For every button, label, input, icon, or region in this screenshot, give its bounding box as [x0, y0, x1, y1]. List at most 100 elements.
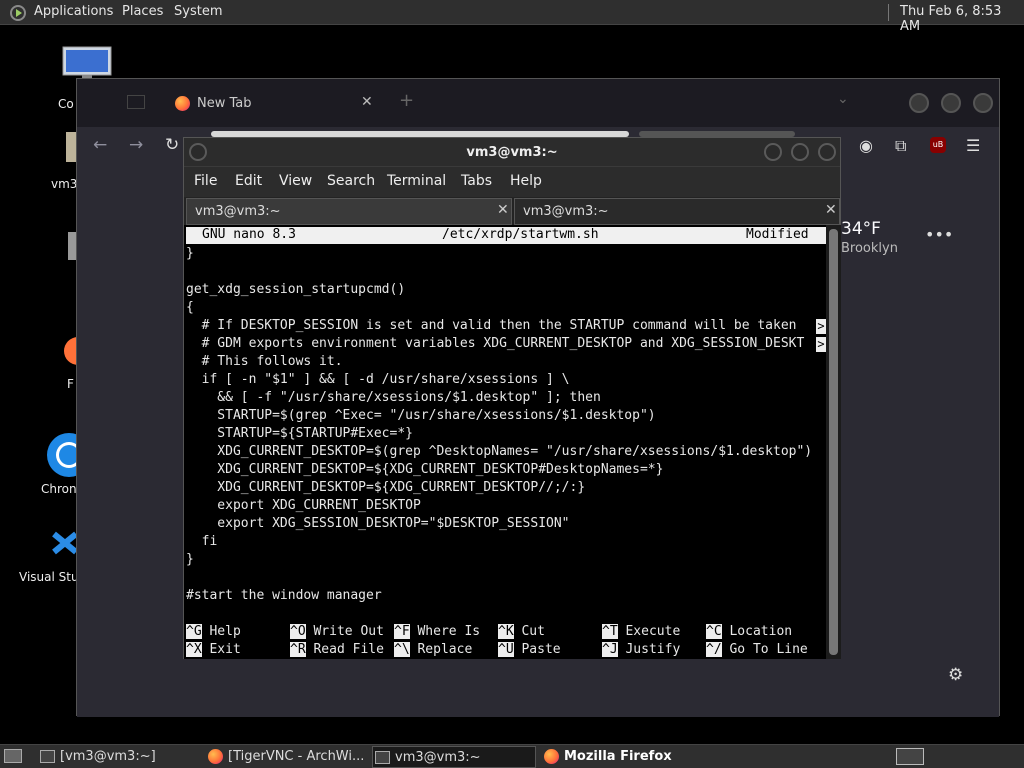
- tab-title: New Tab: [197, 96, 252, 111]
- weather-temperature: 34°F: [841, 219, 881, 239]
- tab-overview-icon[interactable]: [127, 95, 145, 109]
- terminal-icon: [40, 750, 55, 763]
- nano-modified-status: Modified: [746, 227, 809, 242]
- computer-icon: [62, 46, 112, 79]
- desktop-icon-label: Chron: [41, 482, 77, 496]
- code-line: STARTUP=$(grep ^Exec= "/usr/share/xsessi…: [186, 408, 656, 423]
- code-line: XDG_CURRENT_DESKTOP=${XDG_CURRENT_DESKTO…: [186, 480, 586, 495]
- list-tabs-icon[interactable]: ⌄: [837, 91, 849, 107]
- menu-view[interactable]: View: [279, 173, 312, 189]
- extensions-icon[interactable]: ⧉: [895, 136, 906, 156]
- menu-terminal[interactable]: Terminal: [387, 173, 446, 189]
- line-overflow-marker: >: [816, 319, 826, 334]
- line-overflow-marker: >: [816, 337, 826, 352]
- shortcut-go-to-line[interactable]: ^/ Go To Line: [706, 641, 808, 659]
- close-window-button[interactable]: [973, 93, 993, 113]
- taskbar-item-terminal-active[interactable]: vm3@vm3:~: [372, 746, 536, 768]
- terminal-tab-2[interactable]: vm3@vm3:~ ✕: [514, 198, 840, 225]
- terminal-tab-1[interactable]: vm3@vm3:~ ✕: [186, 198, 512, 225]
- nano-editor[interactable]: GNU nano 8.3 /etc/xrdp/startwm.sh Modifi…: [184, 225, 826, 659]
- code-line: XDG_CURRENT_DESKTOP=${XDG_CURRENT_DESKTO…: [186, 462, 664, 477]
- code-line: fi: [186, 534, 218, 549]
- shortcut-cut[interactable]: ^K Cut: [498, 623, 545, 641]
- taskbar-item-label: Mozilla Firefox: [564, 749, 672, 764]
- code-line: && [ -f "/usr/share/xsessions/$1.desktop…: [186, 390, 601, 405]
- shortcut-location[interactable]: ^C Location: [706, 623, 792, 641]
- code-line: }: [186, 246, 194, 261]
- code-line: # GDM exports environment variables XDG_…: [186, 336, 805, 351]
- hamburger-menu-icon[interactable]: ☰: [966, 136, 980, 155]
- shortcut-where-is[interactable]: ^F Where Is: [394, 623, 480, 641]
- forward-icon[interactable]: →: [129, 135, 143, 155]
- taskbar-item-tigervnc[interactable]: [TigerVNC - ArchWi...: [206, 746, 366, 768]
- terminal-titlebar[interactable]: vm3@vm3:~: [184, 138, 840, 167]
- menu-tabs[interactable]: Tabs: [461, 173, 492, 189]
- terminal-icon: [375, 751, 390, 764]
- panel-clock[interactable]: Thu Feb 6, 8:53 AM: [900, 4, 1024, 34]
- account-icon[interactable]: ◉: [859, 136, 873, 155]
- minimize-button[interactable]: [909, 93, 929, 113]
- distro-menu-icon[interactable]: [10, 5, 26, 21]
- terminal-menubar: File Edit View Search Terminal Tabs Help: [184, 167, 840, 197]
- close-tab-icon[interactable]: ✕: [497, 202, 509, 218]
- desktop-icon-label: F: [67, 377, 74, 391]
- shortcut-replace[interactable]: ^\ Replace: [394, 641, 472, 659]
- menu-file[interactable]: File: [194, 173, 217, 189]
- desktop-icon-label: Co: [58, 97, 74, 111]
- terminal-window[interactable]: vm3@vm3:~ File Edit View Search Terminal…: [183, 137, 841, 659]
- firefox-tab-bar: New Tab ✕ + ⌄: [77, 79, 999, 127]
- ublock-extension-icon[interactable]: uB: [930, 137, 946, 153]
- firefox-icon: [208, 749, 223, 764]
- close-tab-icon[interactable]: ✕: [825, 202, 837, 218]
- terminal-tab-bar: vm3@vm3:~ ✕ vm3@vm3:~ ✕: [184, 197, 840, 225]
- close-tab-icon[interactable]: ✕: [361, 94, 373, 110]
- show-desktop-icon[interactable]: [4, 749, 22, 763]
- shortcut-read-file[interactable]: ^R Read File: [290, 641, 384, 659]
- back-icon[interactable]: ←: [93, 135, 107, 155]
- code-line: # This follows it.: [186, 354, 343, 369]
- workspace-switcher[interactable]: [896, 748, 924, 765]
- code-line: # If DESKTOP_SESSION is set and valid th…: [186, 318, 805, 333]
- menu-help[interactable]: Help: [510, 173, 542, 189]
- personalize-gear-icon[interactable]: ⚙: [948, 665, 963, 685]
- firefox-icon: [544, 749, 559, 764]
- nano-title-bar: GNU nano 8.3 /etc/xrdp/startwm.sh Modifi…: [186, 227, 826, 244]
- applications-menu[interactable]: Applications: [34, 4, 113, 19]
- menu-edit[interactable]: Edit: [235, 173, 262, 189]
- maximize-button[interactable]: [941, 93, 961, 113]
- weather-options-icon[interactable]: •••: [925, 225, 953, 244]
- shortcut-execute[interactable]: ^T Execute: [602, 623, 680, 641]
- chromium-icon: [47, 433, 78, 477]
- firefox-icon: [175, 96, 190, 111]
- panel-separator: [888, 4, 889, 21]
- desktop-icon-label: Visual Stu: [19, 570, 79, 584]
- terminal-scrollbar[interactable]: [826, 225, 841, 659]
- taskbar-item-terminal[interactable]: [vm3@vm3:~]: [38, 746, 198, 768]
- system-menu[interactable]: System: [174, 4, 222, 19]
- close-window-button[interactable]: [818, 143, 836, 161]
- weather-location: Brooklyn: [841, 241, 898, 256]
- places-menu[interactable]: Places: [122, 4, 163, 19]
- scrollbar-thumb[interactable]: [829, 229, 838, 655]
- shortcut-write-out[interactable]: ^O Write Out: [290, 623, 384, 641]
- reload-icon[interactable]: ↻: [165, 135, 179, 155]
- shortcut-help[interactable]: ^G Help: [186, 623, 241, 641]
- code-line: if [ -n "$1" ] && [ -d /usr/share/xsessi…: [186, 372, 570, 387]
- bottom-taskbar: [vm3@vm3:~] [TigerVNC - ArchWi... vm3@vm…: [0, 744, 1024, 768]
- shortcut-paste[interactable]: ^U Paste: [498, 641, 561, 659]
- new-tab-icon[interactable]: +: [399, 90, 414, 111]
- minimize-button[interactable]: [764, 143, 782, 161]
- code-line: export XDG_CURRENT_DESKTOP: [186, 498, 421, 513]
- taskbar-item-firefox[interactable]: Mozilla Firefox: [542, 746, 702, 768]
- code-line: STARTUP=${STARTUP#Exec=*}: [186, 426, 413, 441]
- taskbar-item-label: [vm3@vm3:~]: [60, 749, 156, 764]
- code-line: {: [186, 300, 194, 315]
- top-panel: Applications Places System Thu Feb 6, 8:…: [0, 0, 1024, 34]
- shortcut-exit[interactable]: ^X Exit: [186, 641, 241, 659]
- desktop-icon-label: vm3: [51, 177, 78, 191]
- firefox-tab-new-tab[interactable]: New Tab ✕: [165, 89, 387, 119]
- shortcut-justify[interactable]: ^J Justify: [602, 641, 680, 659]
- maximize-button[interactable]: [791, 143, 809, 161]
- menu-search[interactable]: Search: [327, 173, 375, 189]
- taskbar-item-label: [TigerVNC - ArchWi...: [228, 749, 365, 764]
